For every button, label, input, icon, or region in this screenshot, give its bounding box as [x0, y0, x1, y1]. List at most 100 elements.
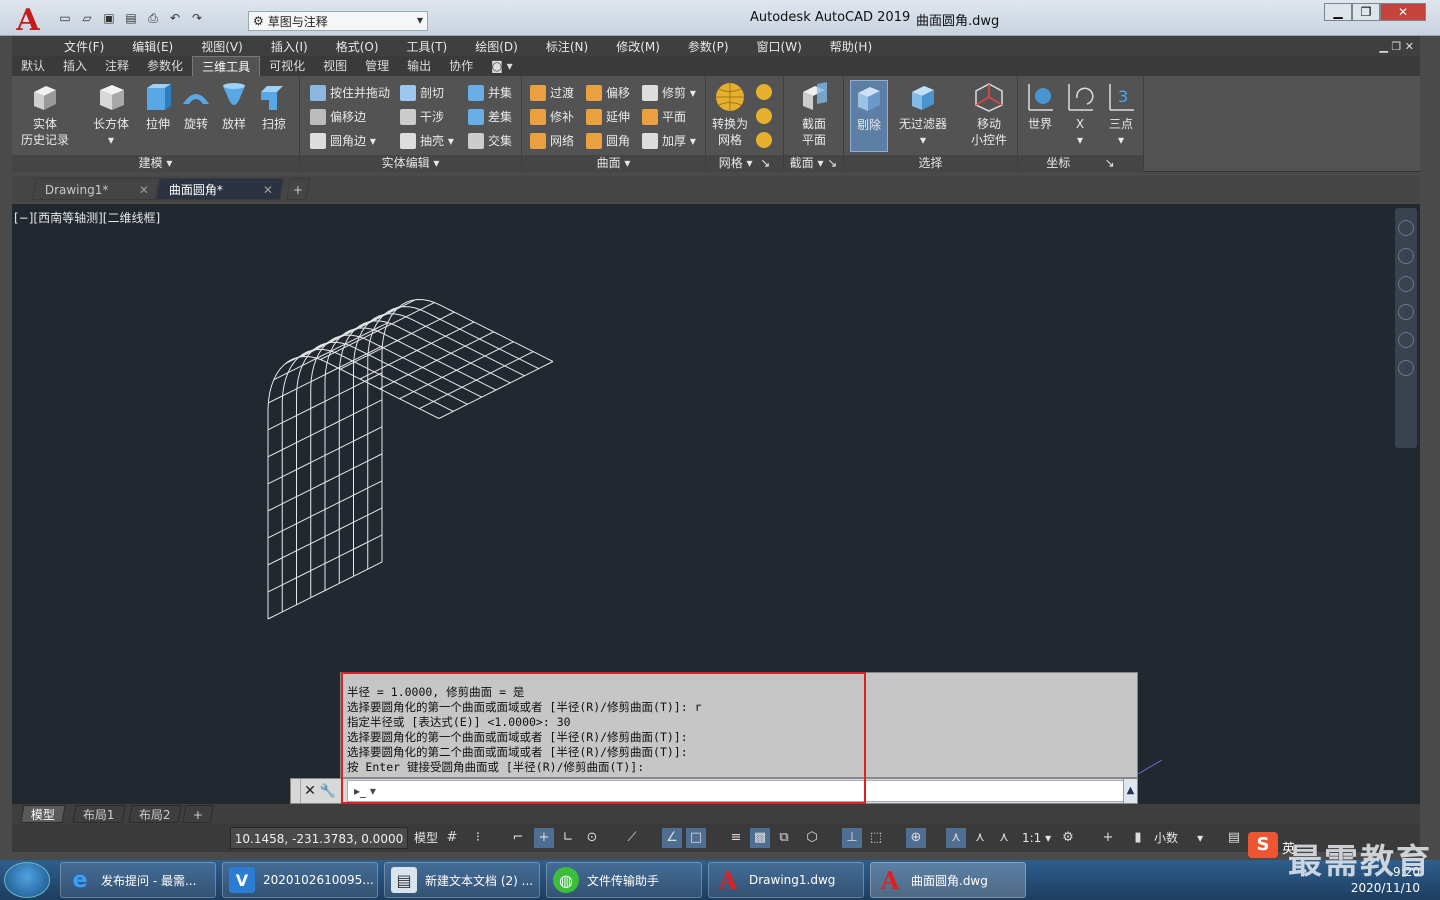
doc-tab-drawing1[interactable]: Drawing1* ✕	[32, 178, 160, 200]
sogou-ime-icon[interactable]: S	[1248, 832, 1278, 858]
panel-title-selection[interactable]: 选择	[844, 155, 1017, 172]
menu-file[interactable]: 文件(F)	[64, 38, 104, 55]
taskbar-fillet-dwg[interactable]: A 曲面圆角.dwg	[870, 862, 1026, 898]
surface-blend-button[interactable]: 过渡	[530, 84, 574, 101]
ucs-x-button[interactable]: X ▾	[1062, 80, 1098, 148]
tab-visualize[interactable]: 可视化	[260, 56, 314, 76]
menu-dimension[interactable]: 标注(N)	[546, 38, 588, 55]
doc-tab-fillet[interactable]: 曲面圆角* ✕	[156, 178, 284, 200]
tab-manage[interactable]: 管理	[356, 56, 398, 76]
3d-object-snap-icon[interactable]: ⬡	[802, 828, 822, 848]
menu-insert[interactable]: 插入(I)	[271, 38, 308, 55]
ribbon-options-icon[interactable]: ◙ ▾	[482, 56, 521, 76]
open-file-icon[interactable]: ▱	[78, 9, 96, 27]
fillet-edge-button[interactable]: 圆角边 ▾	[310, 132, 376, 149]
sweep-button[interactable]: 扫掠	[254, 80, 294, 132]
viewcube-icon[interactable]	[1398, 220, 1414, 236]
loft-button[interactable]: 放样	[216, 80, 252, 132]
minimize-button[interactable]: ▁	[1324, 3, 1352, 21]
close-icon[interactable]: ✕	[139, 179, 149, 201]
new-file-icon[interactable]: ▭	[56, 9, 74, 27]
mesh-smooth-icon[interactable]	[756, 108, 776, 124]
autocad-logo-button[interactable]: A	[8, 3, 48, 38]
annotation-scale-icon[interactable]: ⋏	[994, 828, 1014, 848]
panel-title-section[interactable]: 截面 ▾ ↘	[784, 155, 843, 172]
subtract-button[interactable]: 差集	[468, 108, 512, 125]
dynamic-input-icon[interactable]: +	[534, 828, 554, 848]
new-tab-button[interactable]: +	[286, 178, 310, 200]
section-plane-button[interactable]: 截面 平面	[792, 80, 836, 148]
isodraft-icon[interactable]: ⟋	[622, 828, 642, 848]
surface-offset-button[interactable]: 偏移	[586, 84, 630, 101]
taskbar-drawing1[interactable]: A Drawing1.dwg	[708, 862, 864, 898]
showmotion-icon[interactable]	[1398, 360, 1414, 376]
tab-insert[interactable]: 插入	[54, 56, 96, 76]
menu-modify[interactable]: 修改(M)	[616, 38, 660, 55]
taskbar-notepad[interactable]: ▤ 新建文本文档 (2) ...	[384, 862, 540, 898]
object-snap-tracking-icon[interactable]: ∠	[662, 828, 682, 848]
mesh-refine-icon[interactable]	[756, 132, 776, 148]
taskbar-ie[interactable]: e 发布提问 - 最需...	[60, 862, 216, 898]
save-as-icon[interactable]: ▤	[122, 9, 140, 27]
menu-window[interactable]: 窗口(W)	[757, 38, 802, 55]
ucs-3point-button[interactable]: 3 三点 ▾	[1102, 80, 1140, 148]
orbit-icon[interactable]	[1398, 332, 1414, 348]
auto-scale-icon[interactable]: ⋏	[970, 828, 990, 848]
culling-button[interactable]: 剔除	[850, 80, 888, 152]
annotation-visibility-icon[interactable]: ⋏	[946, 828, 966, 848]
mesh-add-icon[interactable]	[756, 84, 776, 100]
steering-wheel-icon[interactable]	[1398, 248, 1414, 264]
offset-edge-button[interactable]: 偏移边	[310, 108, 366, 125]
print-icon[interactable]: ⎙	[144, 9, 162, 27]
units-dropdown[interactable]: 小数 ▾	[1154, 828, 1214, 848]
taskbar-wechat[interactable]: ◍ 文件传输助手	[546, 862, 702, 898]
wrench-icon[interactable]: 🔧	[319, 784, 337, 799]
close-icon[interactable]: ✕	[301, 783, 319, 799]
presspull-button[interactable]: 按住并拖动	[310, 84, 390, 101]
surface-thicken-button[interactable]: 加厚 ▾	[642, 132, 696, 149]
menu-tools[interactable]: 工具(T)	[407, 38, 448, 55]
layout-tab-model[interactable]: 模型	[20, 805, 66, 823]
close-button[interactable]: ✕	[1380, 3, 1426, 21]
document-window-controls[interactable]: ▁ ❐ ✕	[1379, 40, 1414, 53]
surface-planar-button[interactable]: 平面	[642, 108, 686, 125]
units-icon[interactable]: ▮	[1128, 828, 1148, 848]
box-button[interactable]: 长方体 ▾	[90, 80, 132, 148]
dynamic-ucs-icon[interactable]: ⊥	[842, 828, 862, 848]
panel-title-surface[interactable]: 曲面 ▾	[522, 155, 705, 172]
surface-trim-button[interactable]: 修剪 ▾	[642, 84, 696, 101]
workspace-dropdown[interactable]: ⚙ 草图与注释 ▾	[248, 11, 428, 31]
solid-history-button[interactable]: 实体 历史记录	[20, 80, 70, 148]
menu-edit[interactable]: 编辑(E)	[132, 38, 173, 55]
zoom-extents-icon[interactable]	[1398, 304, 1414, 320]
surface-extend-button[interactable]: 延伸	[586, 108, 630, 125]
taskbar-word-doc[interactable]: V 2020102610095...	[222, 862, 378, 898]
transparency-icon[interactable]: ▩	[750, 828, 770, 848]
tab-3d-tools[interactable]: 三维工具	[192, 56, 261, 76]
gizmo-icon[interactable]: ⊕	[906, 828, 926, 848]
snap-mode-icon[interactable]: ⁝	[468, 828, 488, 848]
command-line-grip[interactable]	[291, 779, 301, 803]
close-icon[interactable]: ✕	[263, 179, 273, 201]
tab-default[interactable]: 默认	[12, 56, 54, 76]
intersect-button[interactable]: 交集	[468, 132, 512, 149]
grid-icon[interactable]: #	[442, 828, 462, 848]
tab-collaborate[interactable]: 协作	[440, 56, 482, 76]
panel-title-mesh[interactable]: 网格 ▾ ↘	[706, 155, 783, 172]
layout-tab-1[interactable]: 布局1	[72, 805, 126, 823]
menu-view[interactable]: 视图(V)	[201, 38, 243, 55]
tab-output[interactable]: 输出	[398, 56, 440, 76]
annotation-monitor-icon[interactable]: +	[1098, 828, 1118, 848]
convert-to-mesh-button[interactable]: 转换为 网格	[710, 80, 750, 148]
coordinate-readout[interactable]: 10.1458, -231.3783, 0.0000	[230, 827, 408, 849]
slice-button[interactable]: 剖切	[400, 84, 444, 101]
menu-help[interactable]: 帮助(H)	[830, 38, 872, 55]
surface-fillet-button[interactable]: 圆角	[586, 132, 630, 149]
save-icon[interactable]: ▣	[100, 9, 118, 27]
revolve-button[interactable]: 旋转	[178, 80, 214, 132]
layout-tab-2[interactable]: 布局2	[128, 805, 182, 823]
start-button[interactable]	[4, 862, 50, 898]
union-button[interactable]: 并集	[468, 84, 512, 101]
selection-cycling-icon[interactable]: ⧉	[774, 828, 794, 848]
move-gizmo-button[interactable]: 移动 小控件	[964, 80, 1014, 148]
